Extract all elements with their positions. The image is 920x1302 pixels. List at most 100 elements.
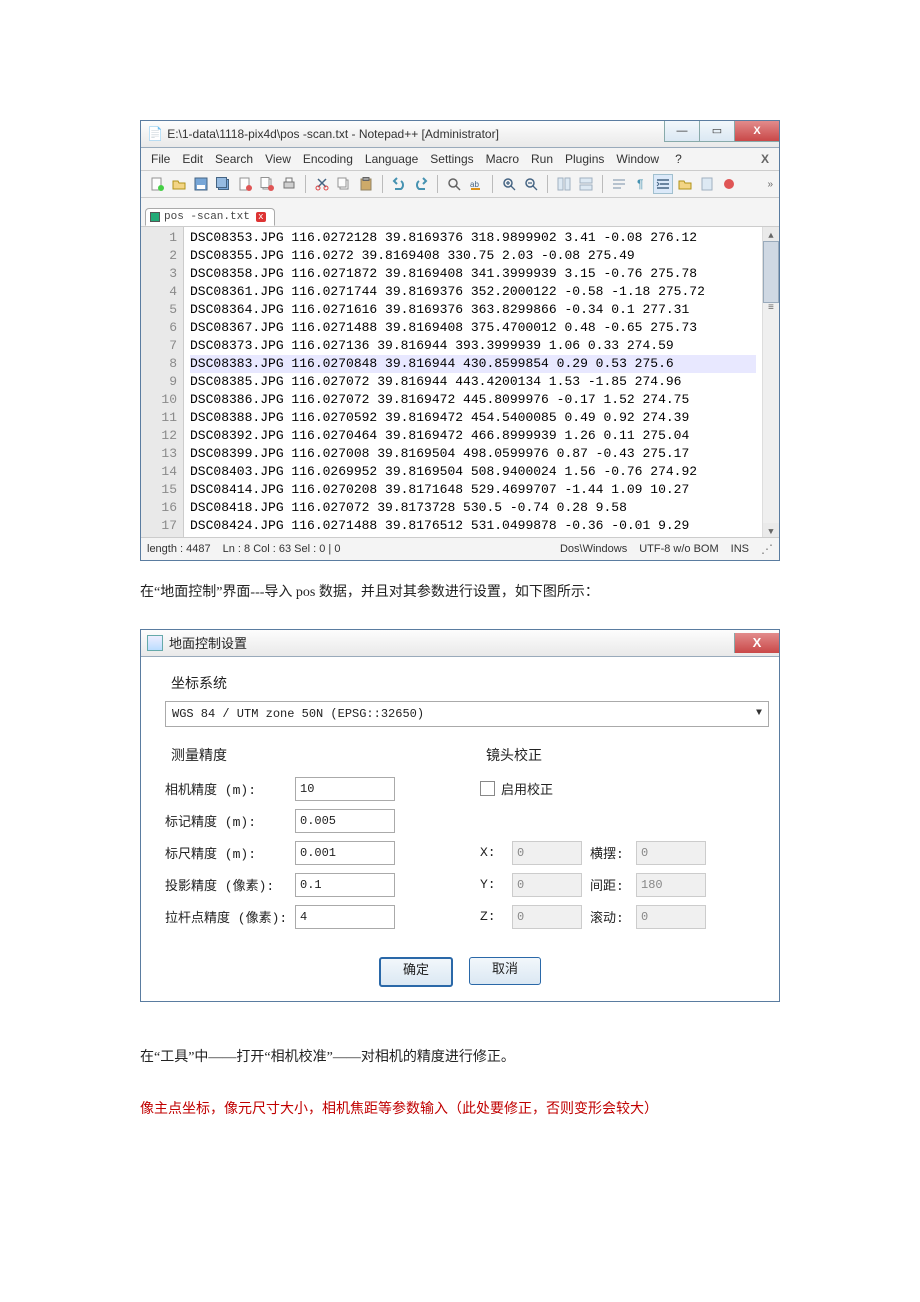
y-label: Y: xyxy=(480,877,504,892)
menu-plugins[interactable]: Plugins xyxy=(559,152,610,166)
menu-language[interactable]: Language xyxy=(359,152,424,166)
menu-file[interactable]: File xyxy=(145,152,176,166)
new-icon[interactable] xyxy=(147,174,167,194)
menu-window[interactable]: Window xyxy=(610,152,665,166)
dialog-titlebar: 地面控制设置 X xyxy=(141,630,779,657)
x-input[interactable]: 0 xyxy=(512,841,582,865)
indent-icon[interactable] xyxy=(653,174,673,194)
scale-accuracy-input[interactable]: 0.001 xyxy=(295,841,395,865)
menu-help[interactable]: ? xyxy=(669,152,688,166)
y-input[interactable]: 0 xyxy=(512,873,582,897)
menu-bar: File Edit Search View Encoding Language … xyxy=(141,148,779,171)
toolbar-overflow-icon[interactable]: » xyxy=(767,179,773,190)
marker-accuracy-label: 标记精度 (m): xyxy=(165,811,295,830)
save-all-icon[interactable] xyxy=(213,174,233,194)
cancel-button[interactable]: 取消 xyxy=(469,957,541,985)
minimize-button[interactable]: — xyxy=(664,121,699,142)
dialog-close-button[interactable]: X xyxy=(734,633,779,653)
toolbar: ab ¶ » xyxy=(141,171,779,198)
chevron-down-icon: ▼ xyxy=(756,708,762,719)
tab-close-x[interactable]: X xyxy=(755,152,775,166)
scroll-thumb[interactable] xyxy=(763,241,779,303)
scroll-down-icon[interactable]: ▼ xyxy=(763,523,779,537)
close-all-icon[interactable] xyxy=(257,174,277,194)
line-number-gutter: 1234567891011121314151617 xyxy=(141,227,184,537)
save-icon[interactable] xyxy=(191,174,211,194)
status-pos: Ln : 8 Col : 63 Sel : 0 | 0 xyxy=(223,543,341,555)
code-text[interactable]: DSC08353.JPG 116.0272128 39.8169376 318.… xyxy=(184,227,762,537)
paragraph-2: 在“工具”中――打开“相机校准”――对相机的精度进行修正。 xyxy=(140,1046,780,1070)
ground-control-dialog: 地面控制设置 X 坐标系统 WGS 84 / UTM zone 50N (EPS… xyxy=(140,629,780,1002)
cut-icon[interactable] xyxy=(312,174,332,194)
yaw-input[interactable]: 0 xyxy=(636,841,706,865)
projection-accuracy-label: 投影精度 (像素): xyxy=(165,875,295,894)
projection-accuracy-input[interactable]: 0.1 xyxy=(295,873,395,897)
menu-macro[interactable]: Macro xyxy=(480,152,525,166)
tiepoint-accuracy-label: 拉杆点精度 (像素): xyxy=(165,907,295,926)
menu-settings[interactable]: Settings xyxy=(424,152,479,166)
scrollbar-vertical[interactable]: ▲ ≡ ▼ xyxy=(762,227,779,537)
coord-system-value: WGS 84 / UTM zone 50N (EPSG::32650) xyxy=(172,707,424,721)
tab-label: pos -scan.txt xyxy=(164,211,250,223)
replace-icon[interactable]: ab xyxy=(466,174,486,194)
scroll-up-icon[interactable]: ▲ xyxy=(763,227,779,241)
lens-title: 镜头校正 xyxy=(486,745,755,765)
status-ins: INS xyxy=(731,543,749,555)
dialog-icon xyxy=(147,635,163,651)
coord-system-select[interactable]: WGS 84 / UTM zone 50N (EPSG::32650) ▼ xyxy=(165,701,769,727)
camera-accuracy-input[interactable]: 10 xyxy=(295,777,395,801)
zoom-out-icon[interactable] xyxy=(521,174,541,194)
tab-status-icon xyxy=(150,212,160,222)
app-icon: 📄 xyxy=(147,126,163,142)
camera-accuracy-label: 相机精度 (m): xyxy=(165,779,295,798)
copy-icon[interactable] xyxy=(334,174,354,194)
tab-active[interactable]: pos -scan.txt x xyxy=(145,208,275,226)
print-icon[interactable] xyxy=(279,174,299,194)
enable-calibration-checkbox[interactable] xyxy=(480,781,495,796)
folder-icon[interactable] xyxy=(675,174,695,194)
menu-view[interactable]: View xyxy=(259,152,297,166)
show-all-icon[interactable]: ¶ xyxy=(631,174,651,194)
x-label: X: xyxy=(480,845,504,860)
record-icon[interactable] xyxy=(719,174,739,194)
doc-map-icon[interactable] xyxy=(697,174,717,194)
resize-grip-icon[interactable]: ⋰ xyxy=(761,542,773,556)
pitch-input[interactable]: 180 xyxy=(636,873,706,897)
undo-icon[interactable] xyxy=(389,174,409,194)
zoom-in-icon[interactable] xyxy=(499,174,519,194)
window-titlebar: 📄 E:\1-data\1118-pix4d\pos -scan.txt - N… xyxy=(141,121,779,148)
menu-encoding[interactable]: Encoding xyxy=(297,152,359,166)
paste-icon[interactable] xyxy=(356,174,376,194)
ok-button[interactable]: 确定 xyxy=(379,957,453,987)
menu-search[interactable]: Search xyxy=(209,152,259,166)
open-icon[interactable] xyxy=(169,174,189,194)
paragraph-1: 在“地面控制”界面---导入 pos 数据，并且对其参数进行设置，如下图所示： xyxy=(140,581,780,605)
menu-run[interactable]: Run xyxy=(525,152,559,166)
tab-close-icon[interactable]: x xyxy=(256,212,266,222)
roll-input[interactable]: 0 xyxy=(636,905,706,929)
z-input[interactable]: 0 xyxy=(512,905,582,929)
sync-v-icon[interactable] xyxy=(554,174,574,194)
find-icon[interactable] xyxy=(444,174,464,194)
status-eol: Dos\Windows xyxy=(560,543,627,555)
tiepoint-accuracy-input[interactable]: 4 xyxy=(295,905,395,929)
maximize-button[interactable]: ▭ xyxy=(699,121,734,142)
menu-edit[interactable]: Edit xyxy=(176,152,209,166)
editor-area[interactable]: 1234567891011121314151617 DSC08353.JPG 1… xyxy=(141,227,779,537)
z-label: Z: xyxy=(480,909,504,924)
pitch-label: 间距: xyxy=(590,875,628,894)
enable-calibration-label: 启用校正 xyxy=(501,779,553,798)
redo-icon[interactable] xyxy=(411,174,431,194)
window-title: E:\1-data\1118-pix4d\pos -scan.txt - Not… xyxy=(167,127,664,141)
paragraph-3: 像主点坐标，像元尺寸大小，相机焦距等参数输入（此处要修正，否则变形会较大） xyxy=(140,1098,780,1122)
close-file-icon[interactable] xyxy=(235,174,255,194)
wrap-icon[interactable] xyxy=(609,174,629,194)
tab-bar: pos -scan.txt x xyxy=(141,198,779,227)
marker-accuracy-input[interactable]: 0.005 xyxy=(295,809,395,833)
close-button[interactable]: X xyxy=(734,121,779,142)
accuracy-title: 测量精度 xyxy=(171,745,440,765)
status-length: length : 4487 xyxy=(147,543,211,555)
dialog-title: 地面控制设置 xyxy=(169,633,734,652)
scale-accuracy-label: 标尺精度 (m): xyxy=(165,843,295,862)
sync-h-icon[interactable] xyxy=(576,174,596,194)
